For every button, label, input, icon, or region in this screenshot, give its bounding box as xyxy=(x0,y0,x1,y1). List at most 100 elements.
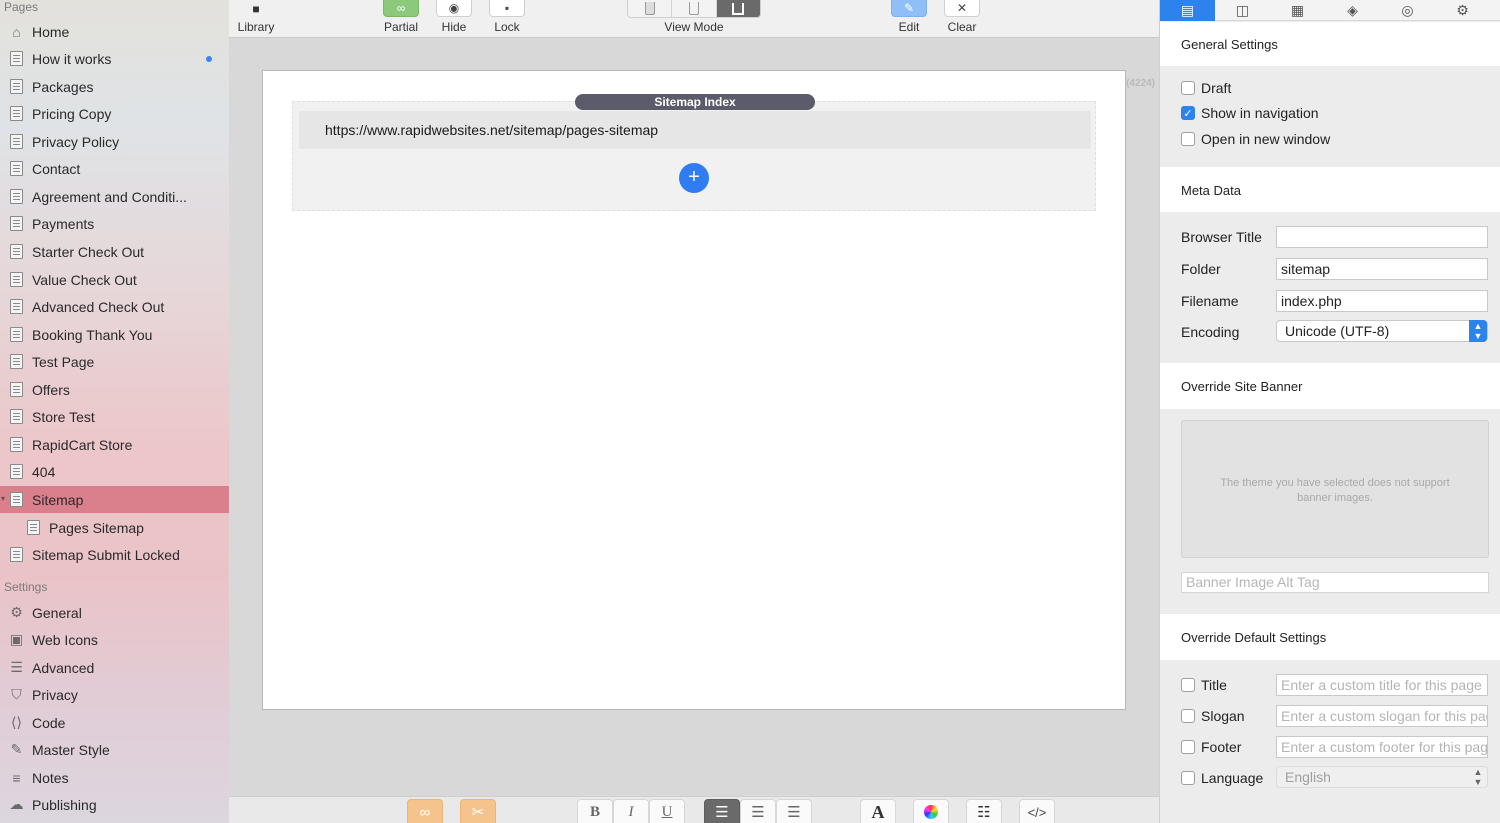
gear-icon: ⚙ xyxy=(1456,2,1469,18)
filename-label: Filename xyxy=(1181,293,1239,309)
tab-tags[interactable]: ◈ xyxy=(1325,0,1380,21)
link-button[interactable]: ∞ xyxy=(407,799,443,823)
sidebar-item-privacy-policy[interactable]: Privacy Policy xyxy=(0,128,229,155)
page-canvas[interactable]: Sitemap Index https://www.rapidwebsites.… xyxy=(262,70,1126,710)
sidebar-item-advanced-check-out[interactable]: Advanced Check Out xyxy=(0,293,229,320)
page-icon xyxy=(10,547,23,562)
tab-site[interactable]: ▦ xyxy=(1270,0,1325,21)
language-select[interactable]: English ▲ ▼ xyxy=(1276,766,1488,788)
filename-input[interactable]: index.php xyxy=(1276,290,1488,312)
sidebar-item-agreement[interactable]: Agreement and Conditi... xyxy=(0,183,229,210)
underline-button[interactable]: U xyxy=(649,799,685,823)
add-item-button[interactable]: + xyxy=(679,163,709,193)
general-settings-header: General Settings xyxy=(1160,22,1500,66)
lock-button[interactable]: ▪ Lock xyxy=(489,0,525,34)
custom-title-input[interactable]: Enter a custom title for this page xyxy=(1276,674,1488,696)
sitemap-url-row[interactable]: https://www.rapidwebsites.net/sitemap/pa… xyxy=(299,111,1091,149)
folder-input[interactable]: sitemap xyxy=(1276,258,1488,280)
sitemap-index-stack[interactable]: Sitemap Index https://www.rapidwebsites.… xyxy=(292,94,1096,211)
partial-button[interactable]: ∞ Partial xyxy=(381,0,421,34)
code-button[interactable]: </> xyxy=(1019,799,1055,823)
clear-label: Clear xyxy=(947,20,977,34)
sidebar-item-rapidcart-store[interactable]: RapidCart Store xyxy=(0,431,229,458)
custom-slogan-input[interactable]: Enter a custom slogan for this page xyxy=(1276,705,1488,727)
sidebar-item-404[interactable]: 404 xyxy=(0,458,229,485)
show-in-navigation-row[interactable]: ✓ Show in navigation xyxy=(1181,105,1319,121)
custom-footer-input[interactable]: Enter a custom footer for this page xyxy=(1276,736,1488,758)
footer-override-row[interactable]: Footer xyxy=(1181,739,1241,755)
page-icon xyxy=(10,106,23,121)
sidebar-item-pages-sitemap[interactable]: Pages Sitemap xyxy=(0,514,229,541)
tab-gear[interactable]: ⚙ xyxy=(1435,0,1490,21)
sidebar-item-label: Pricing Copy xyxy=(32,105,112,122)
banner-image-well[interactable]: The theme you have selected does not sup… xyxy=(1181,420,1489,558)
sidebar-item-label: Test Page xyxy=(32,353,95,370)
page-icon xyxy=(10,437,23,452)
edit-label: Edit xyxy=(898,20,920,34)
gear-icon: ⚙ xyxy=(10,604,23,620)
title-override-checkbox[interactable] xyxy=(1181,678,1195,692)
language-override-checkbox[interactable] xyxy=(1181,771,1195,785)
sidebar-item-how-it-works[interactable]: How it works xyxy=(0,45,229,72)
sidebar-item-booking-thank-you[interactable]: Booking Thank You xyxy=(0,321,229,348)
sidebar-item-home[interactable]: ⌂ Home xyxy=(0,18,229,45)
hide-button[interactable]: ◉ Hide xyxy=(436,0,472,34)
sidebar-item-sitemap[interactable]: ▾ Sitemap xyxy=(0,486,229,513)
draft-checkbox[interactable] xyxy=(1181,81,1195,95)
sidebar-item-packages[interactable]: Packages xyxy=(0,73,229,100)
font-button[interactable]: A xyxy=(860,799,896,823)
draft-checkbox-row[interactable]: Draft xyxy=(1181,80,1231,96)
sidebar-item-web-icons[interactable]: ▣ Web Icons xyxy=(0,626,229,653)
clear-button[interactable]: ✕ Clear xyxy=(944,0,980,34)
color-button[interactable] xyxy=(913,799,949,823)
align-left-button[interactable]: ☰ xyxy=(704,799,740,823)
page-icon xyxy=(10,189,23,204)
italic-button[interactable]: I xyxy=(613,799,649,823)
sidebar-item-pricing-copy[interactable]: Pricing Copy xyxy=(0,100,229,127)
open-new-window-row[interactable]: Open in new window xyxy=(1181,131,1330,147)
sidebar-item-sitemap-submit-locked[interactable]: Sitemap Submit Locked xyxy=(0,541,229,568)
library-button[interactable]: ■ Library xyxy=(237,0,275,35)
sidebar-item-label: Contact xyxy=(32,160,81,177)
sidebar-item-value-check-out[interactable]: Value Check Out xyxy=(0,266,229,293)
sidebar-item-store-test[interactable]: Store Test xyxy=(0,403,229,430)
banner-message: The theme you have selected does not sup… xyxy=(1220,477,1450,504)
sidebar-item-advanced[interactable]: ☰ Advanced xyxy=(0,654,229,681)
list-button[interactable]: ☷ xyxy=(966,799,1002,823)
disclosure-triangle-icon[interactable]: ▾ xyxy=(1,494,5,503)
open-new-window-checkbox[interactable] xyxy=(1181,132,1195,146)
browser-title-input[interactable] xyxy=(1276,226,1488,248)
sidebar-item-label: Sitemap Submit Locked xyxy=(32,546,180,563)
sidebar-item-label: Offers xyxy=(32,381,70,398)
sidebar-item-test-page[interactable]: Test Page xyxy=(0,348,229,375)
sidebar-item-publishing[interactable]: ☁ Publishing xyxy=(0,791,229,818)
bold-button[interactable]: B xyxy=(577,799,613,823)
align-center-button[interactable]: ☰ xyxy=(740,799,776,823)
title-override-row[interactable]: Title xyxy=(1181,677,1227,693)
sidebar-item-payments[interactable]: Payments xyxy=(0,210,229,237)
tab-layout[interactable]: ◫ xyxy=(1215,0,1270,21)
sidebar-item-contact[interactable]: Contact xyxy=(0,155,229,182)
sidebar-item-general[interactable]: ⚙ General xyxy=(0,599,229,626)
language-override-row[interactable]: Language xyxy=(1181,770,1263,786)
sidebar-item-notes[interactable]: ≡ Notes xyxy=(0,764,229,791)
page-icon xyxy=(10,244,23,259)
banner-alt-input[interactable]: Banner Image Alt Tag xyxy=(1181,572,1489,593)
sidebar-item-label: Notes xyxy=(32,769,69,786)
sidebar-item-offers[interactable]: Offers xyxy=(0,376,229,403)
sidebar-item-privacy[interactable]: ⛉ Privacy xyxy=(0,681,229,708)
unlink-button[interactable]: ✂ xyxy=(460,799,496,823)
align-right-button[interactable]: ☰ xyxy=(776,799,812,823)
footer-override-checkbox[interactable] xyxy=(1181,740,1195,754)
sidebar-item-code[interactable]: ⟨⟩ Code xyxy=(0,709,229,736)
encoding-select[interactable]: Unicode (UTF-8) ▲ ▼ xyxy=(1276,320,1488,342)
sidebar-item-master-style[interactable]: ✎ Master Style xyxy=(0,736,229,763)
edit-button[interactable]: ✎ Edit xyxy=(891,0,927,34)
slogan-override-row[interactable]: Slogan xyxy=(1181,708,1245,724)
tab-target[interactable]: ◎ xyxy=(1380,0,1435,21)
sidebar-item-starter-check-out[interactable]: Starter Check Out xyxy=(0,238,229,265)
show-in-navigation-checkbox[interactable]: ✓ xyxy=(1181,106,1195,120)
tab-page-settings[interactable]: ▤ xyxy=(1160,0,1215,21)
slogan-override-checkbox[interactable] xyxy=(1181,709,1195,723)
columns-icon: ◫ xyxy=(1235,2,1250,18)
